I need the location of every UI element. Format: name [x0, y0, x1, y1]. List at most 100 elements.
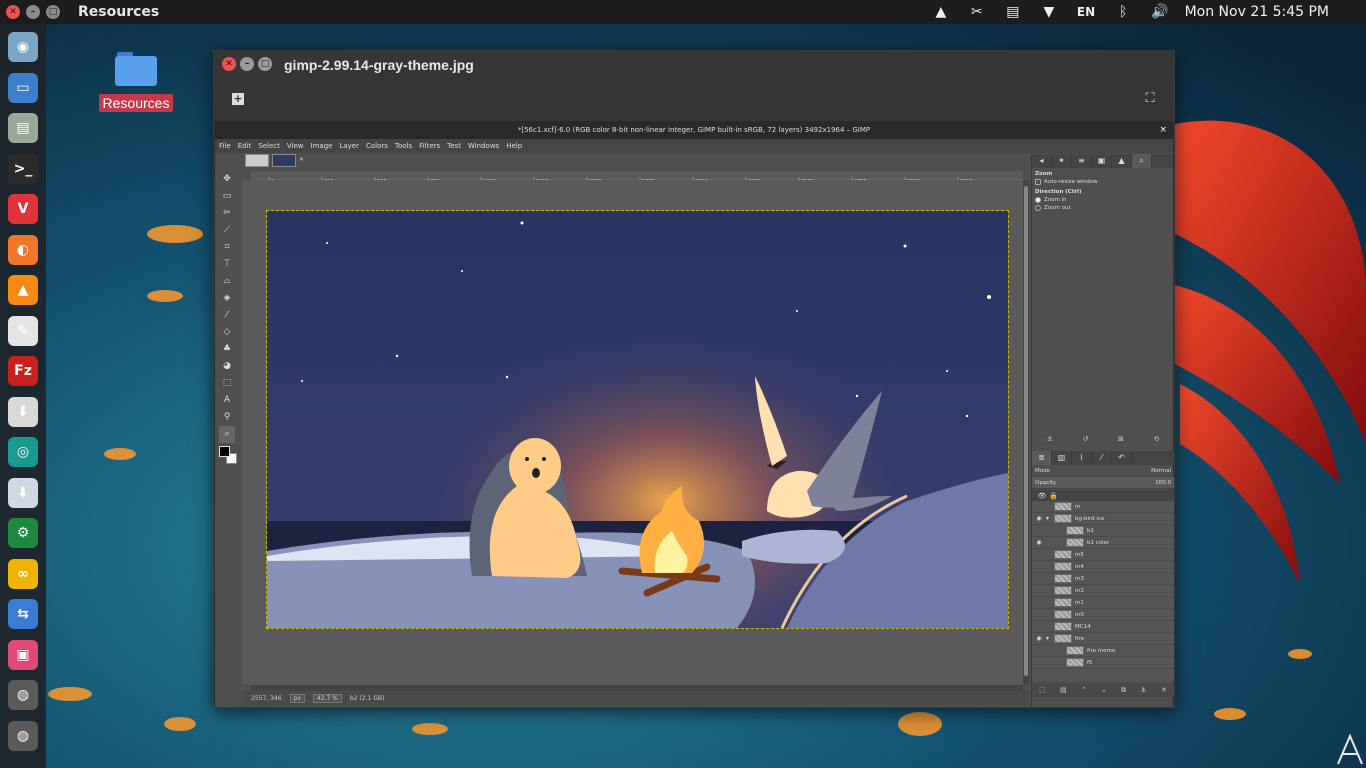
- layer-name: m: [1075, 503, 1081, 510]
- dock-disk2-icon[interactable]: ◍: [8, 720, 38, 751]
- duplicate-layer-icon: ⧉: [1121, 685, 1127, 694]
- zoom-in-radio: [1035, 197, 1041, 203]
- close-window-button[interactable]: ✕: [6, 5, 20, 19]
- scissors-icon[interactable]: ✂: [969, 4, 985, 20]
- status-info: b2 (2.1 GB): [349, 694, 385, 702]
- gimp-menu-windows: Windows: [467, 142, 500, 150]
- gimp-menu-filters: Filters: [419, 142, 441, 150]
- dock-toggles-icon[interactable]: ⇆: [8, 599, 38, 629]
- paths-tab-icon: ⌇: [1072, 451, 1092, 465]
- rect-select-icon: ▭: [222, 191, 232, 201]
- viewer-close-button[interactable]: ✕: [222, 57, 236, 71]
- layer-row: m0: [1032, 609, 1174, 621]
- text-tool-icon: A: [223, 395, 231, 405]
- layer-name: b1 color: [1087, 539, 1110, 546]
- add-icon[interactable]: +: [232, 93, 244, 105]
- viewer-minimize-button[interactable]: –: [240, 57, 254, 71]
- undo-tab-icon: ↶: [1112, 451, 1132, 465]
- gimp-menu-view: View: [286, 142, 304, 150]
- layer-thumbnail: [1054, 586, 1072, 595]
- auto-resize-label: Auto-resize window: [1044, 179, 1098, 185]
- layer-row: b1: [1032, 525, 1174, 537]
- image-tab-1: [245, 154, 269, 167]
- viewer-maximize-button[interactable]: □: [258, 57, 272, 71]
- dock-filezilla-icon[interactable]: Fz: [8, 356, 38, 386]
- campfire-illustration: [267, 211, 1008, 628]
- dock-monitor-icon[interactable]: ▭: [8, 72, 38, 103]
- layer-name: m2: [1075, 587, 1084, 594]
- dock-chromium-like-icon[interactable]: ◉: [8, 32, 38, 62]
- layer-row: f5: [1032, 657, 1174, 669]
- dock-tab-patterns-icon: ≡: [1072, 154, 1092, 168]
- vlc-cone-icon[interactable]: ▲: [933, 4, 949, 20]
- fullscreen-icon[interactable]: ⛶: [1143, 92, 1157, 106]
- clock[interactable]: Mon Nov 21 5:45 PM: [1185, 4, 1329, 20]
- dock-vlc-icon[interactable]: ▲: [8, 275, 38, 305]
- wifi-icon[interactable]: ▼: [1041, 4, 1057, 20]
- layer-name: b1: [1087, 527, 1094, 534]
- image-viewer-window: ✕ – □ gimp-2.99.14-gray-theme.jpg + ⛶ *[…: [213, 50, 1175, 708]
- layer-row: m1: [1032, 597, 1174, 609]
- tool-options-tabs: ◂ ✶ ≡ ▣ ▲ ⌕: [1032, 154, 1173, 168]
- tool-options-footer: ⚓ ↺ ⊠ ⟲: [1032, 432, 1174, 446]
- expand-arrow-icon: ▾: [1046, 635, 1050, 642]
- fuzzy-select-icon: ⟋: [223, 225, 231, 235]
- zoom-tool-options: Zoom Auto-resize window Direction (Ctrl)…: [1032, 168, 1173, 214]
- layer-name: fire memo: [1087, 647, 1116, 654]
- active-app-name[interactable]: Resources: [78, 4, 159, 20]
- bluetooth-icon[interactable]: ᛒ: [1115, 4, 1131, 20]
- layer-thumbnail: [1054, 550, 1072, 559]
- viewer-headerbar: ✕ – □ gimp-2.99.14-gray-theme.jpg + ⛶: [214, 51, 1174, 121]
- gimp-title: *[56c1.xcf]-6.0 (RGB color 8-bit non-lin…: [517, 126, 871, 134]
- layer-mode-label: Mode: [1035, 467, 1050, 474]
- restore-options-icon: ↺: [1082, 435, 1089, 443]
- auto-resize-checkbox: [1035, 179, 1041, 185]
- channels-tab-icon: ▥: [1052, 451, 1072, 465]
- layer-row: m3: [1032, 573, 1174, 585]
- layers-list: m ◉ ▾ bg-bird ice b1 ◉ b1 color m5 m4 m3 m2 m1 m0 MC1…: [1032, 501, 1174, 681]
- gimp-menu-image: Image: [310, 142, 333, 150]
- keyboard-layout[interactable]: EN: [1077, 5, 1095, 19]
- layer-name: f5: [1087, 659, 1093, 666]
- layer-thumbnail: [1054, 622, 1072, 631]
- desktop-folder-resources[interactable]: Resources: [96, 50, 176, 112]
- eraser-icon: ◇: [223, 327, 231, 337]
- gimp-menu-tools: Tools: [394, 142, 413, 150]
- dock-vivaldi-icon[interactable]: V: [8, 194, 38, 224]
- layer-opacity-row: Opacity 100.0: [1032, 477, 1174, 489]
- layer-mode-value: Normal: [1151, 467, 1171, 474]
- smudge-tool-icon: ◕: [223, 361, 231, 371]
- layer-mode-row: Mode Normal: [1032, 465, 1174, 477]
- layer-thumbnail: [1066, 526, 1084, 535]
- save-options-icon: ⚓: [1046, 435, 1054, 443]
- dock-shutter-icon[interactable]: ◎: [8, 437, 38, 467]
- dock-settings-tool-icon[interactable]: ⚙: [8, 518, 38, 548]
- layer-thumbnail: [1066, 646, 1084, 655]
- layer-thumbnail: [1054, 598, 1072, 607]
- minimize-window-button[interactable]: –: [26, 5, 40, 19]
- eye-icon: ◉: [1036, 515, 1042, 522]
- visibility-header-icon: 👁: [1037, 492, 1047, 500]
- brush-tab-icon: ⁄: [1092, 451, 1112, 465]
- notes-icon[interactable]: ▤: [1005, 4, 1021, 20]
- dock-text-editor-icon[interactable]: ✎: [8, 315, 38, 346]
- layer-name: fire: [1075, 635, 1084, 642]
- volume-icon[interactable]: 🔊: [1151, 4, 1168, 20]
- zoom-tool-icon: ⌕: [219, 426, 235, 443]
- dock-download-icon[interactable]: ⬇: [8, 396, 38, 427]
- gimp-menu-layer: Layer: [339, 142, 359, 150]
- layer-thumbnail: [1054, 514, 1072, 523]
- layers-tabs: ≣ ▥ ⌇ ⁄ ↶: [1032, 451, 1174, 465]
- layer-opacity-value: 100.0: [1155, 479, 1171, 486]
- dock-disk-icon[interactable]: ◍: [8, 680, 38, 710]
- layer-row: ◉ b1 color: [1032, 537, 1174, 549]
- dock-sync-icon[interactable]: ∞: [8, 558, 38, 589]
- dock-package-icon[interactable]: ⬇: [8, 477, 38, 508]
- dock-photo-app-icon[interactable]: ▣: [8, 639, 38, 670]
- dock-drive-icon[interactable]: ▤: [8, 113, 38, 143]
- dock-terminal-icon[interactable]: >_: [8, 153, 38, 184]
- dock-tab-brushes-icon: ✶: [1052, 154, 1072, 168]
- dock-firefox-icon[interactable]: ◐: [8, 234, 38, 265]
- dock: ◉ ▭ ▤ >_ V ◐ ▲ ✎ Fz ⬇ ◎ ⬇ ⚙ ∞ ⇆ ▣ ◍ ◍: [0, 24, 46, 768]
- maximize-window-button[interactable]: □: [46, 5, 60, 19]
